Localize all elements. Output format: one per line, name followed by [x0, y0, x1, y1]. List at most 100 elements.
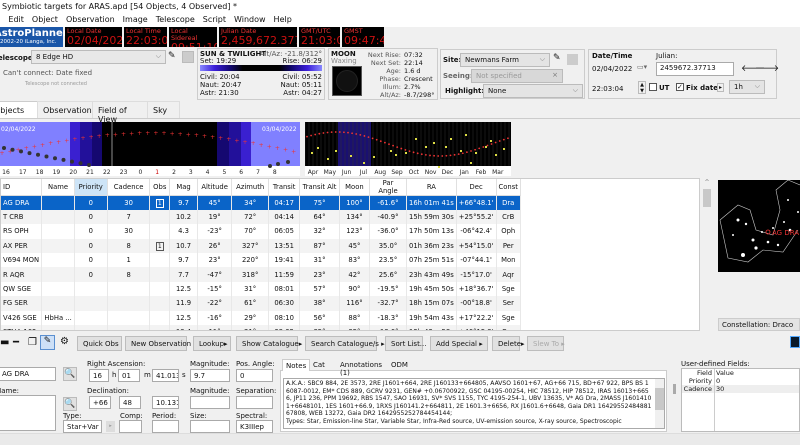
step-select[interactable]: 1h ⌵ — [729, 80, 765, 94]
telescope-list-icon[interactable] — [182, 51, 194, 63]
type-picker-icon[interactable]: ▸ — [106, 421, 115, 432]
quick-obs-button[interactable]: Quick Obs — [77, 336, 122, 351]
table-row[interactable]: RS OPH 0 30 4.3 -23° 70° 06:05 32° 123° -36.0° 17h… — [1, 224, 521, 239]
column-header-altitude[interactable]: Altitude — [197, 179, 233, 196]
tab-sky[interactable]: Sky — [147, 101, 180, 118]
menu-edit[interactable]: Edit — [8, 15, 24, 27]
column-header-priority[interactable]: Priority — [74, 179, 108, 196]
user-field-row[interactable]: Cadence 30 — [682, 385, 799, 393]
column-header-moon[interactable]: Moon — [339, 179, 371, 196]
table-row[interactable]: AG DRA 0 30 1 9.7 45° 34° 04:17 75° 100° -61.6° 16h… — [1, 195, 521, 210]
column-header-azimuth[interactable]: Azimuth — [231, 179, 270, 196]
notes-tab-cat[interactable]: Cat — [310, 359, 336, 371]
tab-field-of-view[interactable]: Field of View — [92, 101, 152, 124]
menu-script[interactable]: Script — [203, 15, 226, 27]
column-header-const[interactable]: Const — [496, 179, 521, 196]
seeing-select[interactable]: Not specified × — [471, 69, 563, 83]
search-id-icon[interactable]: 🔍 — [63, 367, 77, 381]
pos-angle-input[interactable]: 0 — [236, 369, 273, 382]
site-list-icon[interactable] — [567, 54, 578, 65]
name-input[interactable] — [0, 395, 56, 431]
dec-seconds[interactable]: 10.131 — [152, 396, 179, 409]
notes-textarea[interactable]: A.K.A.: SBC9 884, 2E 3573, 2RE J1601+664… — [283, 378, 665, 429]
tab-observations[interactable]: Observations — [37, 101, 97, 118]
calendar-icon[interactable]: ▭▾ — [637, 63, 647, 71]
column-header-par-angle[interactable]: Par Angle — [369, 179, 407, 196]
settings-gear-icon[interactable]: ⚙ — [60, 336, 69, 347]
time-field[interactable]: 22:03:04 — [592, 85, 623, 93]
table-row[interactable]: QW SGE 12.5 -15° 31° 08:01 57° 90° -19.5° 19h 45… — [1, 281, 521, 297]
column-header-dec[interactable]: Dec — [456, 179, 497, 196]
duplicate-icon[interactable]: ❐ — [28, 337, 37, 348]
column-header-cadence[interactable]: Cadence — [107, 179, 151, 196]
slew-to-button[interactable]: Slew To ▸ — [527, 336, 565, 351]
time-spinner[interactable]: ▲ ▼ — [638, 81, 646, 94]
edit-icon[interactable]: ✎ — [40, 335, 55, 350]
magnitude-input[interactable]: 9.7 — [190, 369, 230, 382]
type-input[interactable]: Star+Var St — [63, 420, 102, 433]
add-special-button[interactable]: Add Special ▸ — [430, 336, 488, 351]
menu-telescope[interactable]: Telescope — [156, 15, 195, 27]
notes-tab-notes[interactable]: Notes — [282, 359, 310, 371]
add-icon[interactable]: ▬ — [0, 337, 9, 348]
menu-window[interactable]: Window — [234, 15, 266, 27]
size-input[interactable] — [190, 420, 230, 433]
remove-icon[interactable]: ━ — [13, 337, 19, 348]
column-header-id[interactable]: ID — [1, 179, 43, 196]
constellation-map[interactable]: AG DRA — [718, 180, 800, 272]
table-row[interactable]: R AQR 0 8 7.7 -47° 318° 11:59 23° 42° 25.6° 23h 43… — [1, 267, 521, 282]
edit-site-icon[interactable]: ✎ — [553, 53, 561, 63]
show-catalogue-button[interactable]: Show Catalogue▸ — [236, 336, 302, 351]
column-header-obs[interactable]: Obs — [149, 179, 171, 196]
next-arrow-icon[interactable]: 🡒 — [755, 63, 779, 74]
user-field-row[interactable]: Priority 0 — [682, 377, 799, 385]
spectral-input[interactable]: K3IIIep — [236, 420, 273, 433]
ra-hours[interactable]: 16 — [89, 369, 109, 382]
menu-object[interactable]: Object — [32, 15, 58, 27]
dec-minutes[interactable]: 48 — [119, 396, 141, 409]
tab-objects[interactable]: Objects — [0, 101, 41, 118]
separation-input[interactable] — [236, 396, 273, 409]
column-header-ra[interactable]: RA — [406, 179, 457, 196]
menu-help[interactable]: Help — [274, 15, 292, 27]
column-header-transit[interactable]: Transit — [268, 179, 301, 196]
table-scrollbar[interactable]: ^ — [701, 179, 713, 330]
edit-telescope-icon[interactable]: ✎ — [168, 51, 176, 61]
menu-observation[interactable]: Observation — [66, 15, 115, 27]
site-select[interactable]: Newmans Farm ⌵ — [460, 53, 550, 67]
menu-image[interactable]: Image — [123, 15, 148, 27]
ra-seconds[interactable]: 41.013 — [152, 369, 179, 382]
table-row[interactable]: AX PER 0 8 1 10.7 26° 327° 13:51 87° 45° 35.0° 01h … — [1, 238, 521, 254]
search-catalogue-s-button[interactable]: Search Catalogue/s ▸ — [305, 336, 385, 351]
search-name-icon[interactable]: 🔍 — [63, 397, 77, 411]
object-id-input[interactable]: AG DRA — [0, 367, 56, 381]
comp-input[interactable] — [119, 420, 142, 433]
julian-input[interactable]: 2459672.37713 — [656, 62, 734, 76]
splitter-handle[interactable] — [673, 384, 676, 394]
notes-scrollbar[interactable] — [655, 379, 664, 428]
delete-button[interactable]: Delete▸ — [492, 336, 525, 351]
play-icon[interactable]: ▸ — [717, 83, 725, 92]
column-header-name[interactable]: Name — [41, 179, 75, 196]
scrollbar-thumb[interactable] — [703, 189, 711, 207]
ut-checkbox[interactable] — [649, 83, 657, 91]
map-thumbnail-icon[interactable] — [790, 336, 800, 348]
table-row[interactable]: V426 SGE HbHa ... 12.5 -16° 29° 08:10 56° 88° -1… — [1, 310, 521, 326]
dec-degrees[interactable]: +66 — [89, 396, 111, 409]
sort-list-button[interactable]: Sort List... — [385, 336, 427, 351]
period-input[interactable] — [152, 420, 179, 433]
telescope-select[interactable]: 8 Edge HD ⌵ — [31, 50, 166, 64]
table-row[interactable]: FG SER 11.9 -22° 61° 06:30 38° 116° -32.7° 18h 1… — [1, 296, 521, 311]
fix-date-checkbox[interactable]: ✓ — [676, 83, 684, 91]
notes-tab-annotations[interactable]: Annotations (1) — [337, 359, 387, 377]
column-header-transit-alt[interactable]: Transit Alt — [299, 179, 340, 196]
date-field[interactable]: 02/04/2022 — [592, 65, 632, 73]
ra-minutes[interactable]: 01 — [118, 369, 140, 382]
table-row[interactable]: STHA 16913.411°21°08:0585°85°-18.6°19h 4… — [1, 325, 521, 330]
table-row[interactable]: T CRB 0 7 10.2 19° 72° 04:14 64° 134° -40.9° 15h 5… — [1, 209, 521, 225]
column-header-mag[interactable]: Mag — [169, 179, 198, 196]
lookup-button[interactable]: Lookup▸ — [193, 336, 231, 351]
magnitude2-input[interactable] — [190, 396, 230, 409]
new-observation-button[interactable]: New Observation — [125, 336, 191, 351]
highlight-select[interactable]: None ⌵ — [483, 84, 583, 98]
